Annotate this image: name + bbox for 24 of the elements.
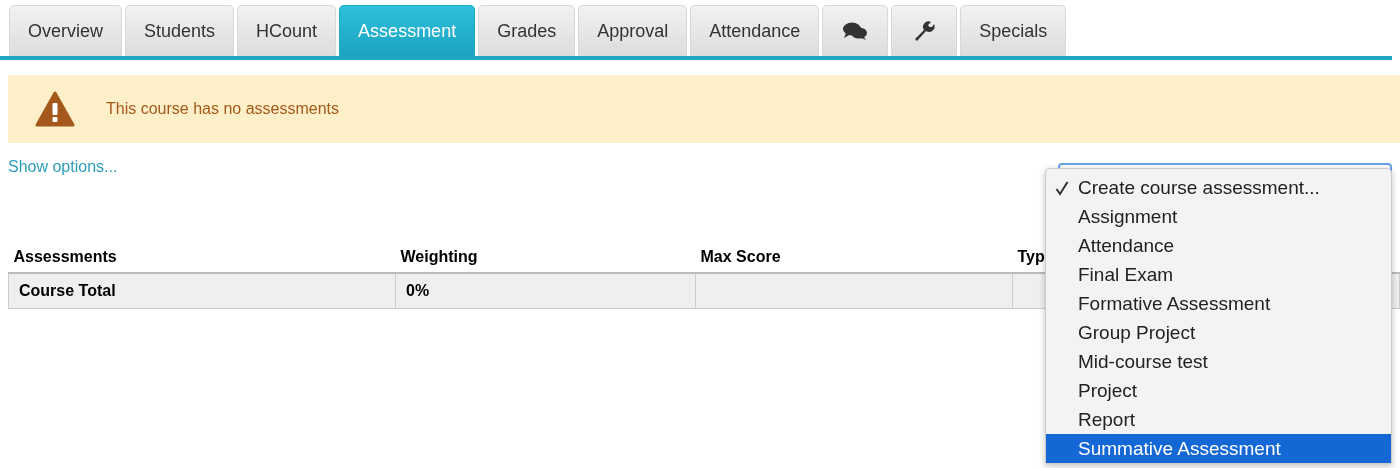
tab[interactable]: HCount bbox=[237, 5, 337, 56]
table-cell: 0% bbox=[395, 273, 696, 309]
menu-item[interactable]: Project bbox=[1046, 376, 1391, 405]
menu-item[interactable]: Formative Assessment bbox=[1046, 289, 1391, 318]
menu-item[interactable]: Assignment bbox=[1046, 202, 1391, 231]
chat-bubbles-icon bbox=[842, 21, 869, 41]
tab[interactable]: Grades bbox=[478, 5, 576, 56]
warning-message: This course has no assessments bbox=[106, 100, 339, 118]
tab[interactable]: Specials bbox=[960, 5, 1067, 56]
menu-item[interactable]: Group Project bbox=[1046, 318, 1391, 347]
settings-tab[interactable] bbox=[891, 5, 958, 56]
table-cell: Course Total bbox=[8, 273, 396, 309]
tab[interactable]: Approval bbox=[578, 5, 688, 56]
menu-item[interactable]: Mid-course test bbox=[1046, 347, 1391, 376]
wrench-icon bbox=[913, 20, 936, 42]
tab[interactable]: Overview bbox=[9, 5, 122, 56]
tab[interactable]: Students bbox=[125, 5, 235, 56]
menu-item[interactable]: Summative Assessment bbox=[1046, 434, 1391, 463]
tab[interactable]: Attendance bbox=[690, 5, 820, 56]
checkmark-icon bbox=[1055, 179, 1069, 196]
warning-icon bbox=[35, 91, 75, 127]
menu-item[interactable]: Report bbox=[1046, 405, 1391, 434]
chat-tab[interactable] bbox=[822, 5, 889, 56]
menu-item[interactable]: Create course assessment... bbox=[1046, 173, 1391, 202]
